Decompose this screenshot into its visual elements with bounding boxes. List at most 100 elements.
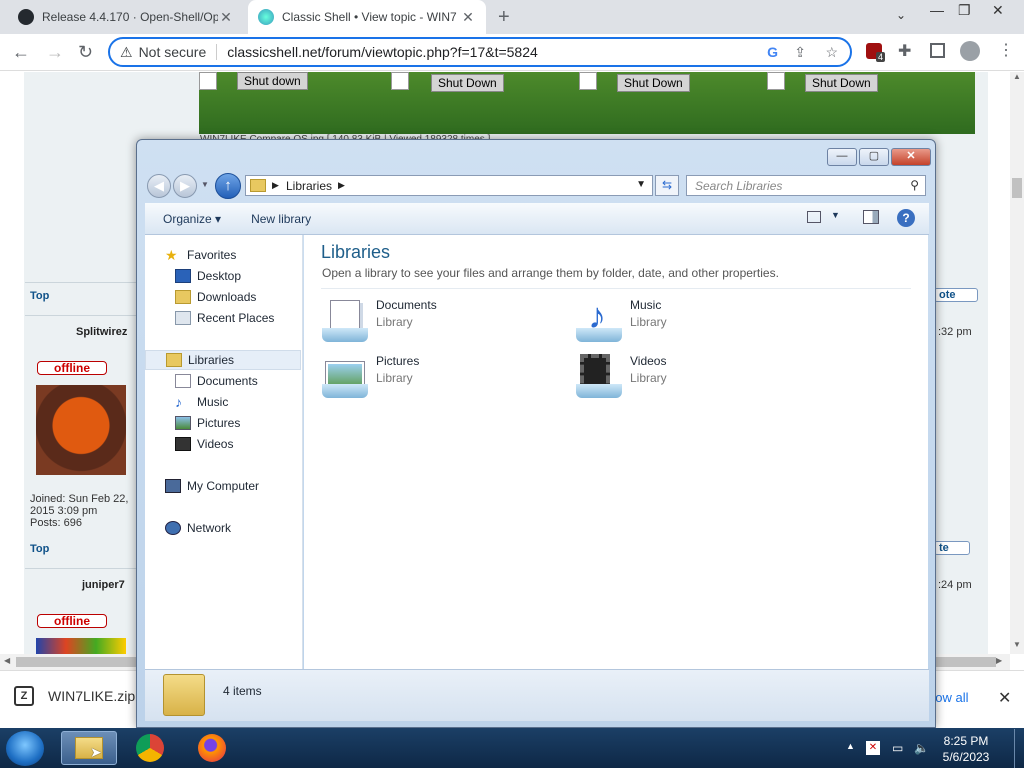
window-minimize-button[interactable]: — [930,2,944,18]
nav-item-documents[interactable]: Documents [145,371,301,391]
library-item-music[interactable]: ♪ Music Library [576,298,667,346]
tab-close-icon[interactable]: ✕ [460,9,476,26]
download-filename[interactable]: WIN7LIKE.zip [48,688,135,704]
organize-menu[interactable]: Organize ▾ [145,212,229,226]
top-link[interactable]: Top [30,543,49,555]
mouse-cursor-icon: ➤ [90,744,102,760]
nav-item-pictures[interactable]: Pictures [145,413,301,433]
new-library-button[interactable]: New library [243,212,319,226]
nav-item-recent-places[interactable]: Recent Places [145,308,301,328]
shutdown-button: Shut Down [617,74,690,92]
network-tray-icon[interactable]: ▭ [892,741,903,755]
view-dropdown-icon[interactable]: ▼ [831,210,840,220]
forward-button[interactable]: → [46,42,64,63]
scroll-thumb[interactable] [1012,178,1022,198]
library-item-videos[interactable]: Videos Library [576,354,667,402]
search-icon [199,72,217,90]
quote-button[interactable]: te [934,541,970,555]
nav-item-my-computer[interactable]: My Computer [145,476,301,496]
window-close-button[interactable]: ✕ [992,2,1004,19]
tab-title: Release 4.4.170 · Open-Shell/Ope [42,10,218,24]
folder-icon [250,179,266,192]
library-item-pictures[interactable]: Pictures Library [322,354,419,402]
google-lens-icon[interactable]: G [767,44,778,60]
post-author[interactable]: Splitwirez [76,326,127,338]
divider [25,568,137,569]
maximize-button[interactable]: ▢ [859,148,889,166]
post-count: Posts: 696 [30,517,82,529]
preview-pane-icon[interactable] [863,210,879,224]
search-input[interactable]: Search Libraries ⚲ [686,175,926,196]
tab-close-icon[interactable]: ✕ [218,9,234,26]
up-arrow-icon[interactable]: ↑ [215,173,241,199]
share-icon[interactable]: ⇪ [794,44,806,61]
back-arrow-icon[interactable]: ◀ [147,174,171,198]
help-icon[interactable]: ? [897,209,915,227]
extensions-puzzle-icon[interactable]: ✚ [898,41,911,61]
breadcrumb[interactable]: ▶ Libraries ▶ ▼ [245,175,653,196]
refresh-icon[interactable]: ⇆ [655,175,679,196]
window-restore-button[interactable]: ❐ [958,2,971,19]
taskbar-explorer[interactable] [61,731,117,765]
vertical-scrollbar[interactable]: ▲ ▼ [1010,72,1024,654]
pictures-library-icon [322,354,370,402]
library-item-documents[interactable]: Documents Library [322,298,437,346]
close-button[interactable]: ✕ [891,148,931,166]
browser-tab-bar: Release 4.4.170 · Open-Shell/Ope ✕ Class… [0,0,1024,34]
system-clock[interactable]: 8:25 PM 5/6/2023 [930,733,1002,765]
libraries-folder-icon [163,674,205,716]
post-time: :24 pm [938,579,972,591]
explorer-window[interactable]: — ▢ ✕ ◀ ▶ ▼ ↑ ▶ Libraries ▶ ▼ ⇆ Search L… [136,139,936,728]
nav-item-libraries[interactable]: Libraries [145,350,301,370]
nav-item-music[interactable]: ♪ Music [145,392,301,412]
tab-open-shell-release[interactable]: Release 4.4.170 · Open-Shell/Ope ✕ [8,0,244,34]
address-dropdown-icon[interactable]: ▼ [636,179,646,190]
view-options-icon[interactable] [807,211,821,223]
show-desktop-button[interactable] [1014,729,1024,768]
taskbar-chrome[interactable] [122,731,178,765]
nav-item-favorites[interactable]: ★ Favorites [145,245,301,265]
taskbar-firefox[interactable] [184,731,240,765]
minimize-button[interactable]: — [827,148,857,166]
back-button[interactable]: ← [12,42,30,63]
recent-places-icon [175,311,191,325]
chrome-menu-icon[interactable]: ⋮ [998,40,1014,60]
profile-avatar[interactable] [960,41,980,61]
downloads-folder-icon [175,290,191,304]
action-center-icon[interactable]: ✕ [866,741,880,755]
attachment-image: Shut down Shut Down Shut Down Shut Down [199,72,975,134]
warning-icon[interactable]: ⚠ [120,44,133,61]
security-status[interactable]: Not secure [139,44,207,60]
post-author[interactable]: juniper7 [82,579,125,591]
side-panel-icon[interactable] [930,43,945,58]
close-download-bar-button[interactable]: ✕ [998,688,1011,708]
nav-item-videos[interactable]: Videos [145,434,301,454]
volume-icon[interactable]: 🔈 [914,741,929,755]
download-item[interactable]: Z WIN7LIKE.zip [14,686,135,706]
bookmark-star-icon[interactable]: ☆ [825,44,838,61]
quote-button[interactable]: ote [934,288,978,302]
divider [321,288,911,289]
new-tab-button[interactable]: + [498,6,510,29]
nav-item-desktop[interactable]: Desktop [145,266,301,286]
reload-button[interactable]: ↻ [78,42,93,63]
nav-item-network[interactable]: Network [145,518,301,538]
github-icon [18,9,34,25]
nav-item-downloads[interactable]: Downloads [145,287,301,307]
item-count: 4 items [223,684,262,698]
tab-search-icon[interactable]: ⌄ [896,8,906,22]
browser-toolbar: ← → ↻ ⚠ Not secure classicshell.net/foru… [0,34,1024,71]
search-icon[interactable]: ⚲ [910,178,919,192]
breadcrumb-item-libraries[interactable]: Libraries [286,179,332,193]
avatar [36,385,126,475]
start-button[interactable] [6,731,44,766]
address-bar[interactable]: ⚠ Not secure classicshell.net/forum/view… [108,37,852,67]
show-hidden-icons[interactable]: ▲ [846,741,855,751]
recent-pages-dropdown-icon[interactable]: ▼ [201,180,209,189]
forward-arrow-icon[interactable]: ▶ [173,174,197,198]
videos-library-icon [576,354,624,402]
zip-file-icon: Z [14,686,34,706]
top-link[interactable]: Top [30,290,49,302]
tab-classic-shell-topic[interactable]: Classic Shell • View topic - WIN7 ✕ [248,0,486,34]
url-text[interactable]: classicshell.net/forum/viewtopic.php?f=1… [227,44,538,60]
